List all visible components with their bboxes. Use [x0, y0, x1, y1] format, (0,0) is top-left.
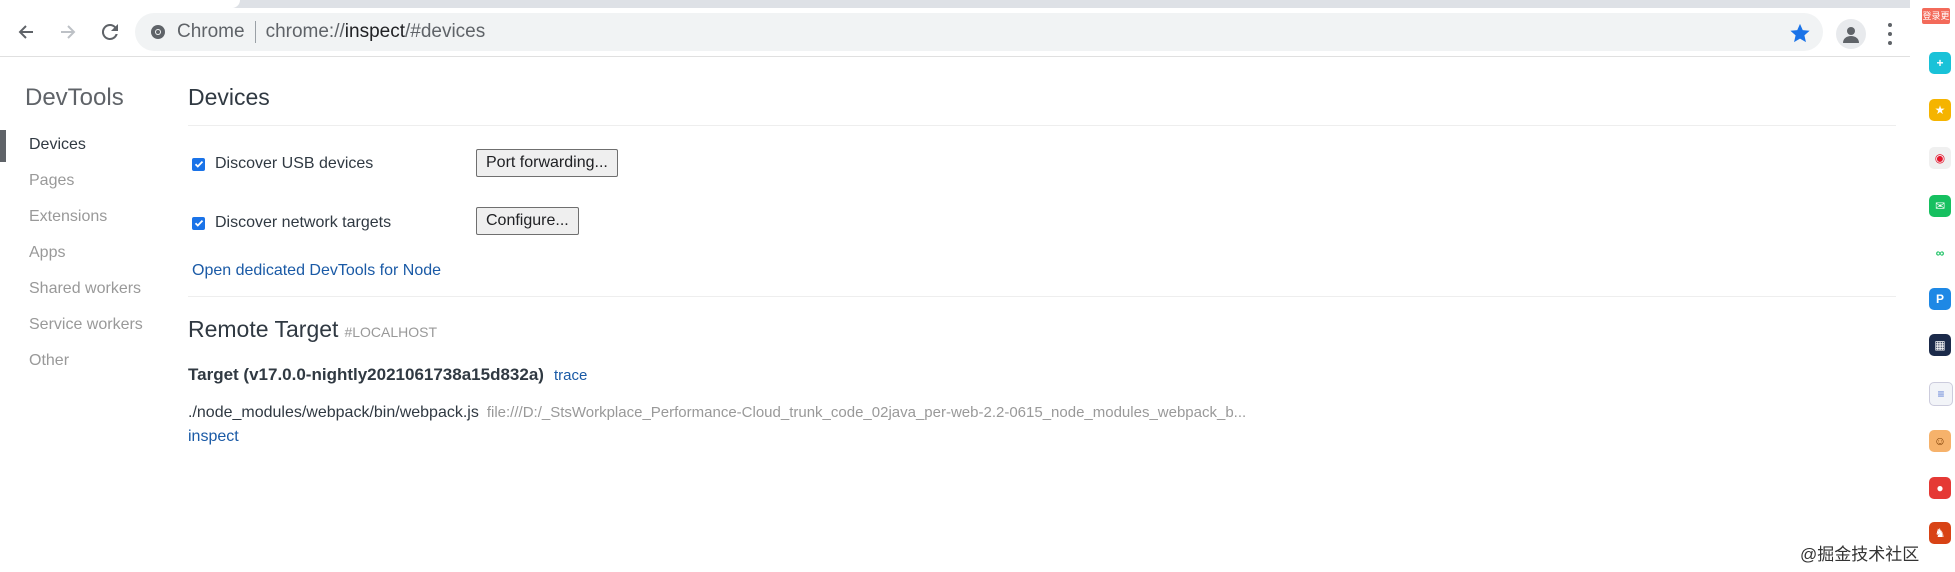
sidebar-nav: Devices Pages Extensions Apps Shared wor… — [0, 130, 170, 382]
active-tab-edge — [0, 0, 240, 8]
sidebar-item-shared-workers[interactable]: Shared workers — [0, 274, 170, 310]
game-icon[interactable]: ♞ — [1929, 522, 1951, 544]
target-script-path: ./node_modules/webpack/bin/webpack.js — [188, 404, 479, 421]
watermark: @掘金技术社区 — [1800, 545, 1920, 564]
usb-checkbox[interactable] — [192, 157, 205, 171]
chrome-chip-label: Chrome — [177, 21, 245, 42]
back-button[interactable] — [10, 16, 42, 48]
target-name: Target (v17.0.0-nightly2021061738a15d832… — [188, 365, 544, 384]
network-checkbox[interactable] — [192, 216, 205, 230]
cloud-icon[interactable]: ∞ — [1929, 242, 1951, 264]
url-path: /#devices — [404, 21, 486, 42]
network-checkbox-label[interactable]: Discover network targets — [215, 214, 391, 232]
divider — [188, 296, 1896, 297]
browser-toolbar: Chrome chrome://inspect/#devices — [0, 8, 1910, 57]
divider — [188, 125, 1896, 126]
address-bar[interactable]: Chrome chrome://inspect/#devices — [135, 13, 1823, 51]
network-option-row: Discover network targets — [192, 214, 391, 232]
forward-arrow-icon — [61, 25, 76, 39]
bookmark-star-icon[interactable] — [1789, 22, 1811, 44]
doc-icon[interactable]: ≡ — [1929, 382, 1953, 406]
star-icon[interactable]: ★ — [1929, 99, 1951, 121]
omnibox-separator — [254, 21, 256, 43]
login-badge[interactable]: 登录更新 — [1922, 8, 1950, 37]
p-icon[interactable]: P — [1929, 288, 1951, 310]
mail-icon[interactable]: ✉ — [1929, 195, 1951, 217]
weibo-icon[interactable]: ◉ — [1929, 147, 1951, 169]
target-file-url: file:///D:/_StsWorkplace_Performance-Clo… — [486, 404, 1247, 421]
remote-target-subtitle: #LOCALHOST — [344, 324, 438, 340]
sidebar-item-extensions[interactable]: Extensions — [0, 202, 170, 238]
reload-button[interactable] — [94, 16, 126, 48]
profile-avatar-icon[interactable] — [1836, 19, 1866, 49]
sidebar-item-pages[interactable]: Pages — [0, 166, 170, 202]
reload-icon — [101, 23, 118, 40]
sidebar-item-other[interactable]: Other — [0, 346, 170, 382]
inspect-link[interactable]: inspect — [188, 428, 239, 446]
configure-button[interactable]: Configure... — [476, 207, 579, 235]
red-app-icon[interactable]: ● — [1929, 477, 1951, 499]
forward-button[interactable] — [52, 16, 84, 48]
browser-menu-icon[interactable] — [1880, 20, 1900, 48]
node-devtools-link[interactable]: Open dedicated DevTools for Node — [192, 262, 441, 280]
sidebar-item-devices[interactable]: Devices — [0, 130, 170, 166]
usb-option-row: Discover USB devices — [192, 155, 373, 173]
page-title: Devices — [188, 84, 270, 110]
remote-target-heading: Remote Target #LOCALHOST — [188, 316, 437, 343]
back-arrow-icon — [18, 25, 33, 39]
extension-sidebar: 登录更新 + ★ ◉ ✉ ∞ P ▦ ≡ ☺ ● ♞ — [1922, 0, 1955, 572]
devtools-title: DevTools — [25, 84, 124, 111]
trace-link[interactable]: trace — [554, 367, 587, 384]
face-icon[interactable]: ☺ — [1929, 430, 1951, 452]
url-text[interactable]: chrome://inspect/#devices — [266, 21, 486, 43]
chrome-page-icon[interactable] — [149, 23, 167, 41]
qr-icon[interactable]: ▦ — [1929, 334, 1951, 356]
sidebar-item-service-workers[interactable]: Service workers — [0, 310, 170, 346]
port-forwarding-button[interactable]: Port forwarding... — [476, 149, 618, 177]
url-host: inspect — [344, 21, 405, 42]
usb-checkbox-label[interactable]: Discover USB devices — [215, 155, 373, 173]
plus-icon[interactable]: + — [1929, 52, 1951, 74]
url-scheme: chrome:// — [265, 21, 345, 42]
target-row: Target (v17.0.0-nightly2021061738a15d832… — [188, 365, 587, 385]
tab-strip — [0, 0, 1910, 8]
target-path-row: ./node_modules/webpack/bin/webpack.js fil… — [188, 404, 1246, 422]
remote-target-title: Remote Target — [188, 316, 339, 342]
sidebar-item-apps[interactable]: Apps — [0, 238, 170, 274]
